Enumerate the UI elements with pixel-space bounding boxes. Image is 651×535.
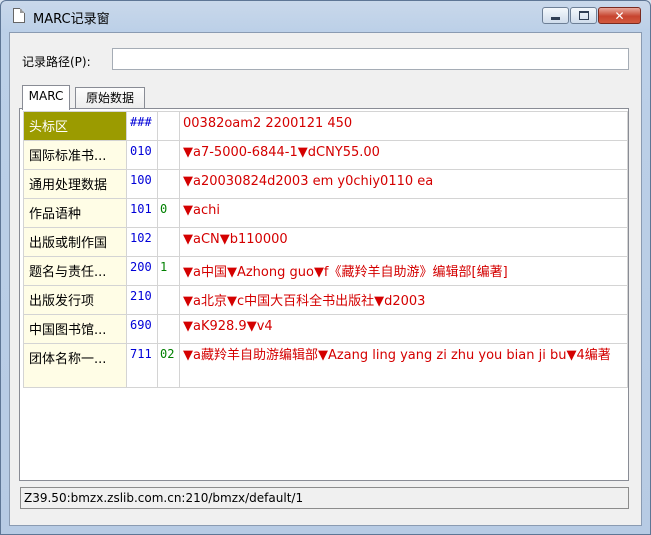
field-value-cell[interactable]: ▼a7-5000-6844-1▼dCNY55.00 — [179, 140, 628, 170]
record-path-label: 记录路径(P): — [22, 55, 91, 69]
field-tag-cell[interactable]: 690 — [126, 314, 158, 344]
field-value-cell[interactable]: ▼aK928.9▼v4 — [179, 314, 628, 344]
marc-field-row[interactable]: 出版或制作国 102 ▼aCN▼b110000 — [23, 227, 628, 257]
tab-raw-data[interactable]: 原始数据 — [75, 87, 145, 109]
marc-field-row[interactable]: 通用处理数据 100 ▼a20030824d2003 em y0chiy0110 e… — [23, 169, 628, 199]
title-bar[interactable]: MARC记录窗 ✕ — [1, 1, 650, 31]
marc-field-row[interactable]: 国际标准书... 010 ▼a7-5000-6844-1▼dCNY55.00 — [23, 140, 628, 170]
field-value-cell[interactable]: ▼a中国▼Azhong guo▼f《藏羚羊自助游》编辑部[编著] — [179, 256, 628, 286]
field-indicator-cell[interactable] — [157, 227, 180, 257]
field-name-cell[interactable]: 出版发行项 — [23, 285, 127, 315]
marc-field-row[interactable]: 中国图书馆... 690 ▼aK928.9▼v4 — [23, 314, 628, 344]
field-name-cell[interactable]: 国际标准书... — [23, 140, 127, 170]
field-indicator-cell[interactable] — [157, 169, 180, 199]
field-indicator-cell[interactable] — [157, 314, 180, 344]
field-value-cell[interactable]: ▼achi — [179, 198, 628, 228]
marc-field-row[interactable]: 头标区 ### 00382oam2 2200121 450 — [23, 111, 628, 141]
field-tag-cell[interactable]: ### — [126, 111, 158, 141]
marc-field-table: 头标区 ### 00382oam2 2200121 450 国际标准书... 010 ▼a… — [23, 111, 628, 388]
field-value-cell[interactable]: ▼a北京▼c中国大百科全书出版社▼d2003 — [179, 285, 628, 315]
marc-field-row[interactable]: 团体名称一... 711 02 ▼a藏羚羊自助游编辑部▼Azang ling yang… — [23, 343, 628, 388]
minimize-icon — [551, 16, 560, 20]
field-name-cell[interactable]: 题名与责任... — [23, 256, 127, 286]
client-area: 记录路径(P): MARC 原始数据 头标区 ### 00382oam2 22001… — [9, 32, 642, 526]
field-indicator-cell[interactable]: 1 — [157, 256, 180, 286]
marc-field-row[interactable]: 题名与责任... 200 1 ▼a中国▼Azhong guo▼f《藏羚羊自助游》编辑部… — [23, 256, 628, 286]
field-tag-cell[interactable]: 100 — [126, 169, 158, 199]
window-title: MARC记录窗 — [33, 12, 110, 27]
field-indicator-cell[interactable]: 02 — [157, 343, 180, 388]
field-tag-cell[interactable]: 711 — [126, 343, 158, 388]
marc-field-row[interactable]: 出版发行项 210 ▼a北京▼c中国大百科全书出版社▼d2003 — [23, 285, 628, 315]
marc-record-window: MARC记录窗 ✕ 记录路径(P): MARC 原始数据 头标区 ### 003… — [0, 0, 651, 535]
record-path-input[interactable] — [112, 48, 629, 70]
minimize-button[interactable] — [542, 7, 569, 24]
field-tag-cell[interactable]: 010 — [126, 140, 158, 170]
field-tag-cell[interactable]: 101 — [126, 198, 158, 228]
close-button[interactable]: ✕ — [598, 7, 641, 24]
marc-tab-panel: 头标区 ### 00382oam2 2200121 450 国际标准书... 010 ▼a… — [19, 108, 629, 481]
field-indicator-cell[interactable] — [157, 111, 180, 141]
field-name-cell[interactable]: 头标区 — [23, 111, 127, 141]
field-value-cell[interactable]: 00382oam2 2200121 450 — [179, 111, 628, 141]
marc-field-row[interactable]: 作品语种 101 0 ▼achi — [23, 198, 628, 228]
maximize-button[interactable] — [570, 7, 597, 24]
field-tag-cell[interactable]: 102 — [126, 227, 158, 257]
field-value-cell[interactable]: ▼a藏羚羊自助游编辑部▼Azang ling yang zi zhu you b… — [179, 343, 628, 388]
field-name-cell[interactable]: 团体名称一... — [23, 343, 127, 388]
document-icon — [13, 8, 25, 23]
field-indicator-cell[interactable] — [157, 140, 180, 170]
tab-marc[interactable]: MARC — [22, 85, 70, 110]
field-value-cell[interactable]: ▼aCN▼b110000 — [179, 227, 628, 257]
field-name-cell[interactable]: 通用处理数据 — [23, 169, 127, 199]
field-tag-cell[interactable]: 200 — [126, 256, 158, 286]
field-indicator-cell[interactable] — [157, 285, 180, 315]
close-icon: ✕ — [614, 8, 625, 23]
field-indicator-cell[interactable]: 0 — [157, 198, 180, 228]
field-name-cell[interactable]: 出版或制作国 — [23, 227, 127, 257]
field-tag-cell[interactable]: 210 — [126, 285, 158, 315]
maximize-icon — [578, 11, 589, 20]
field-value-cell[interactable]: ▼a20030824d2003 em y0chiy0110 ea — [179, 169, 628, 199]
field-name-cell[interactable]: 中国图书馆... — [23, 314, 127, 344]
status-bar: Z39.50:bmzx.zslib.com.cn:210/bmzx/defaul… — [20, 487, 629, 509]
field-name-cell[interactable]: 作品语种 — [23, 198, 127, 228]
